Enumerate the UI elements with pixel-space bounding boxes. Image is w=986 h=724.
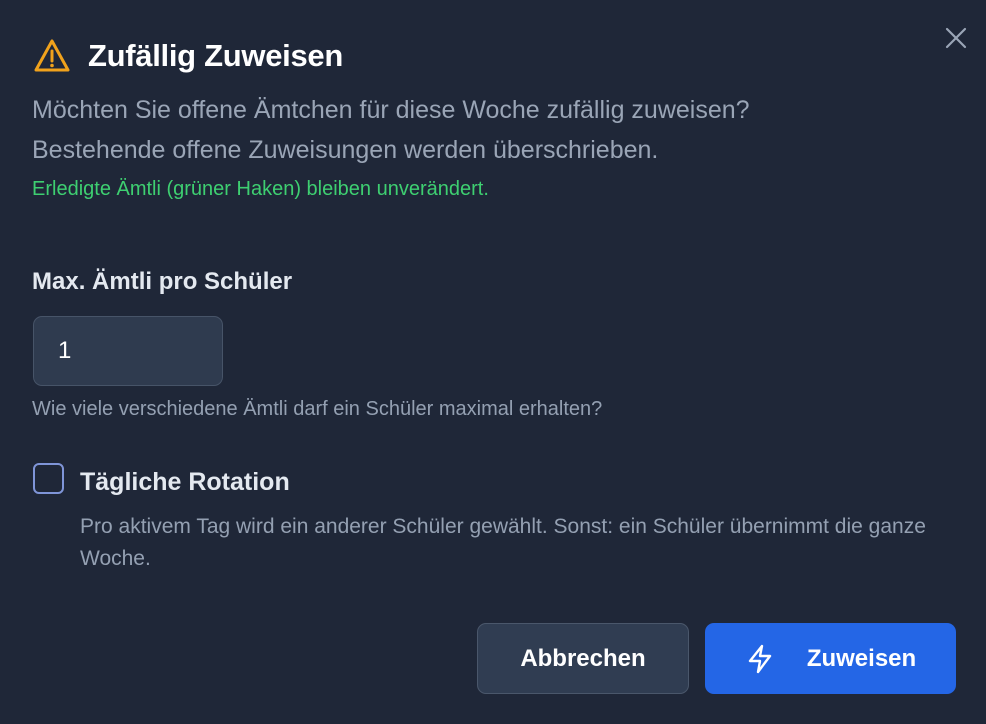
close-icon xyxy=(945,27,967,49)
description-line-1: Möchten Sie offene Ämtchen für diese Woc… xyxy=(32,96,750,124)
max-per-student-label: Max. Ämtli pro Schüler xyxy=(32,268,293,295)
random-assign-dialog: Zufällig Zuweisen Möchten Sie offene Ämt… xyxy=(0,0,986,724)
completed-note: Erledigte Ämtli (grüner Haken) bleiben u… xyxy=(32,178,489,200)
cancel-button[interactable]: Abbrechen xyxy=(477,623,689,694)
assign-button-label: Zuweisen xyxy=(806,644,917,672)
lightning-bolt-icon xyxy=(745,643,777,675)
dialog-description: Möchten Sie offene Ämtchen für diese Woc… xyxy=(32,90,932,170)
max-per-student-hint: Wie viele verschiedene Ämtli darf ein Sc… xyxy=(32,398,603,420)
dialog-header: Zufällig Zuweisen xyxy=(32,36,343,76)
close-button[interactable] xyxy=(940,22,972,54)
daily-rotation-description: Pro aktivem Tag wird ein anderer Schüler… xyxy=(80,515,926,570)
daily-rotation-label[interactable]: Tägliche Rotation xyxy=(80,468,290,497)
dialog-title: Zufällig Zuweisen xyxy=(88,38,343,73)
max-per-student-input[interactable] xyxy=(33,316,223,386)
description-line-2: Bestehende offene Zuweisungen werden übe… xyxy=(32,136,659,164)
cancel-button-label: Abbrechen xyxy=(520,644,646,672)
warning-triangle-icon xyxy=(32,36,72,76)
assign-button[interactable]: Zuweisen xyxy=(705,623,956,694)
daily-rotation-checkbox[interactable] xyxy=(33,463,64,494)
